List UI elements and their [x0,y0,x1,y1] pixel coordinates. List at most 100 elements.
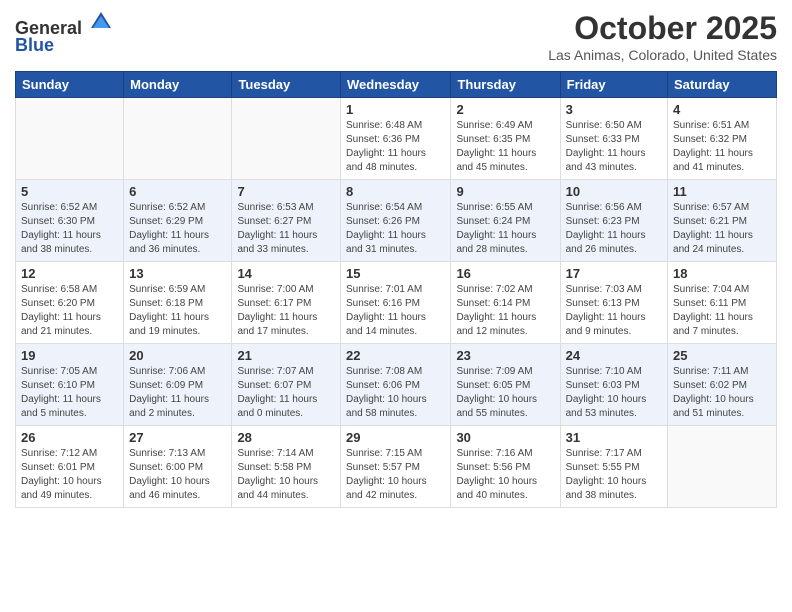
day-info: Sunrise: 7:06 AMSunset: 6:09 PMDaylight:… [129,365,226,421]
calendar-cell: 6 Sunrise: 6:52 AMSunset: 6:29 PMDaylight… [124,180,232,262]
header: General Blue October 2025 Las Animas, Co… [15,10,777,63]
day-number: 21 [237,348,335,363]
day-number: 12 [21,266,118,281]
calendar-cell: 1 Sunrise: 6:48 AMSunset: 6:36 PMDaylight… [341,98,451,180]
day-number: 26 [21,430,118,445]
day-info: Sunrise: 7:08 AMSunset: 6:06 PMDaylight:… [346,365,445,421]
calendar-cell: 9 Sunrise: 6:55 AMSunset: 6:24 PMDaylight… [451,180,560,262]
calendar-cell: 27 Sunrise: 7:13 AMSunset: 6:00 PMDayligh… [124,426,232,508]
day-info: Sunrise: 7:03 AMSunset: 6:13 PMDaylight:… [566,283,662,339]
logo-icon [89,10,113,34]
day-number: 16 [456,266,554,281]
calendar-cell: 20 Sunrise: 7:06 AMSunset: 6:09 PMDayligh… [124,344,232,426]
day-number: 15 [346,266,445,281]
calendar-cell: 11Sunrise: 6:57 AMSunset: 6:21 PMDayligh… [668,180,777,262]
week-row-5: 26 Sunrise: 7:12 AMSunset: 6:01 PMDayligh… [16,426,777,508]
day-info: Sunrise: 7:02 AMSunset: 6:14 PMDaylight:… [456,283,554,339]
day-number: 4 [673,102,771,117]
calendar-cell: 21 Sunrise: 7:07 AMSunset: 6:07 PMDayligh… [232,344,341,426]
day-number: 8 [346,184,445,199]
day-number: 1 [346,102,445,117]
day-number: 30 [456,430,554,445]
day-number: 20 [129,348,226,363]
week-row-3: 12 Sunrise: 6:58 AMSunset: 6:20 PMDayligh… [16,262,777,344]
day-number: 23 [456,348,554,363]
day-info: Sunrise: 6:52 AMSunset: 6:30 PMDaylight:… [21,201,118,257]
day-number: 5 [21,184,118,199]
calendar-cell: 22 Sunrise: 7:08 AMSunset: 6:06 PMDayligh… [341,344,451,426]
day-number: 25 [673,348,771,363]
day-number: 17 [566,266,662,281]
page: General Blue October 2025 Las Animas, Co… [0,0,792,523]
day-info: Sunrise: 7:12 AMSunset: 6:01 PMDaylight:… [21,447,118,503]
calendar-cell: 17 Sunrise: 7:03 AMSunset: 6:13 PMDayligh… [560,262,667,344]
calendar-cell: 16 Sunrise: 7:02 AMSunset: 6:14 PMDayligh… [451,262,560,344]
day-number: 22 [346,348,445,363]
day-number: 18 [673,266,771,281]
day-info: Sunrise: 6:55 AMSunset: 6:24 PMDaylight:… [456,201,554,257]
weekday-header-friday: Friday [560,72,667,98]
day-info: Sunrise: 7:16 AMSunset: 5:56 PMDaylight:… [456,447,554,503]
calendar-cell: 10Sunrise: 6:56 AMSunset: 6:23 PMDayligh… [560,180,667,262]
calendar-cell: 14Sunrise: 7:00 AMSunset: 6:17 PMDayligh… [232,262,341,344]
calendar-cell: 28Sunrise: 7:14 AMSunset: 5:58 PMDayligh… [232,426,341,508]
day-info: Sunrise: 7:10 AMSunset: 6:03 PMDaylight:… [566,365,662,421]
day-number: 10 [566,184,662,199]
day-number: 13 [129,266,226,281]
calendar-cell: 24Sunrise: 7:10 AMSunset: 6:03 PMDayligh… [560,344,667,426]
weekday-header-saturday: Saturday [668,72,777,98]
month-year: October 2025 [548,10,777,47]
day-number: 29 [346,430,445,445]
day-info: Sunrise: 6:51 AMSunset: 6:32 PMDaylight:… [673,119,771,175]
calendar-cell: 23Sunrise: 7:09 AMSunset: 6:05 PMDayligh… [451,344,560,426]
day-info: Sunrise: 7:13 AMSunset: 6:00 PMDaylight:… [129,447,226,503]
day-info: Sunrise: 7:07 AMSunset: 6:07 PMDaylight:… [237,365,335,421]
day-info: Sunrise: 6:52 AMSunset: 6:29 PMDaylight:… [129,201,226,257]
day-number: 9 [456,184,554,199]
calendar-cell: 3 Sunrise: 6:50 AMSunset: 6:33 PMDaylight… [560,98,667,180]
calendar-cell [232,98,341,180]
week-row-2: 5 Sunrise: 6:52 AMSunset: 6:30 PMDaylight… [16,180,777,262]
day-info: Sunrise: 7:11 AMSunset: 6:02 PMDaylight:… [673,365,771,421]
calendar-cell: 31Sunrise: 7:17 AMSunset: 5:55 PMDayligh… [560,426,667,508]
calendar-cell: 18 Sunrise: 7:04 AMSunset: 6:11 PMDayligh… [668,262,777,344]
calendar-cell [124,98,232,180]
day-number: 14 [237,266,335,281]
day-info: Sunrise: 6:57 AMSunset: 6:21 PMDaylight:… [673,201,771,257]
calendar-cell: 2 Sunrise: 6:49 AMSunset: 6:35 PMDaylight… [451,98,560,180]
day-info: Sunrise: 6:58 AMSunset: 6:20 PMDaylight:… [21,283,118,339]
day-number: 3 [566,102,662,117]
calendar-cell: 25 Sunrise: 7:11 AMSunset: 6:02 PMDayligh… [668,344,777,426]
calendar-cell [16,98,124,180]
calendar-cell: 12 Sunrise: 6:58 AMSunset: 6:20 PMDayligh… [16,262,124,344]
location: Las Animas, Colorado, United States [548,47,777,63]
day-info: Sunrise: 7:04 AMSunset: 6:11 PMDaylight:… [673,283,771,339]
day-number: 7 [237,184,335,199]
calendar-cell: 30 Sunrise: 7:16 AMSunset: 5:56 PMDayligh… [451,426,560,508]
title-block: October 2025 Las Animas, Colorado, Unite… [548,10,777,63]
day-info: Sunrise: 7:05 AMSunset: 6:10 PMDaylight:… [21,365,118,421]
day-info: Sunrise: 7:15 AMSunset: 5:57 PMDaylight:… [346,447,445,503]
calendar-cell: 29 Sunrise: 7:15 AMSunset: 5:57 PMDayligh… [341,426,451,508]
day-number: 2 [456,102,554,117]
day-info: Sunrise: 6:49 AMSunset: 6:35 PMDaylight:… [456,119,554,175]
day-number: 6 [129,184,226,199]
day-info: Sunrise: 6:50 AMSunset: 6:33 PMDaylight:… [566,119,662,175]
day-number: 31 [566,430,662,445]
calendar-cell: 7Sunrise: 6:53 AMSunset: 6:27 PMDaylight… [232,180,341,262]
day-number: 28 [237,430,335,445]
weekday-header-wednesday: Wednesday [341,72,451,98]
weekday-header-row: SundayMondayTuesdayWednesdayThursdayFrid… [16,72,777,98]
day-number: 27 [129,430,226,445]
weekday-header-thursday: Thursday [451,72,560,98]
weekday-header-monday: Monday [124,72,232,98]
calendar-cell: 5 Sunrise: 6:52 AMSunset: 6:30 PMDaylight… [16,180,124,262]
day-info: Sunrise: 6:48 AMSunset: 6:36 PMDaylight:… [346,119,445,175]
weekday-header-sunday: Sunday [16,72,124,98]
calendar-cell: 26 Sunrise: 7:12 AMSunset: 6:01 PMDayligh… [16,426,124,508]
day-info: Sunrise: 7:01 AMSunset: 6:16 PMDaylight:… [346,283,445,339]
calendar-cell: 15 Sunrise: 7:01 AMSunset: 6:16 PMDayligh… [341,262,451,344]
week-row-4: 19Sunrise: 7:05 AMSunset: 6:10 PMDayligh… [16,344,777,426]
calendar-cell [668,426,777,508]
week-row-1: 1 Sunrise: 6:48 AMSunset: 6:36 PMDaylight… [16,98,777,180]
